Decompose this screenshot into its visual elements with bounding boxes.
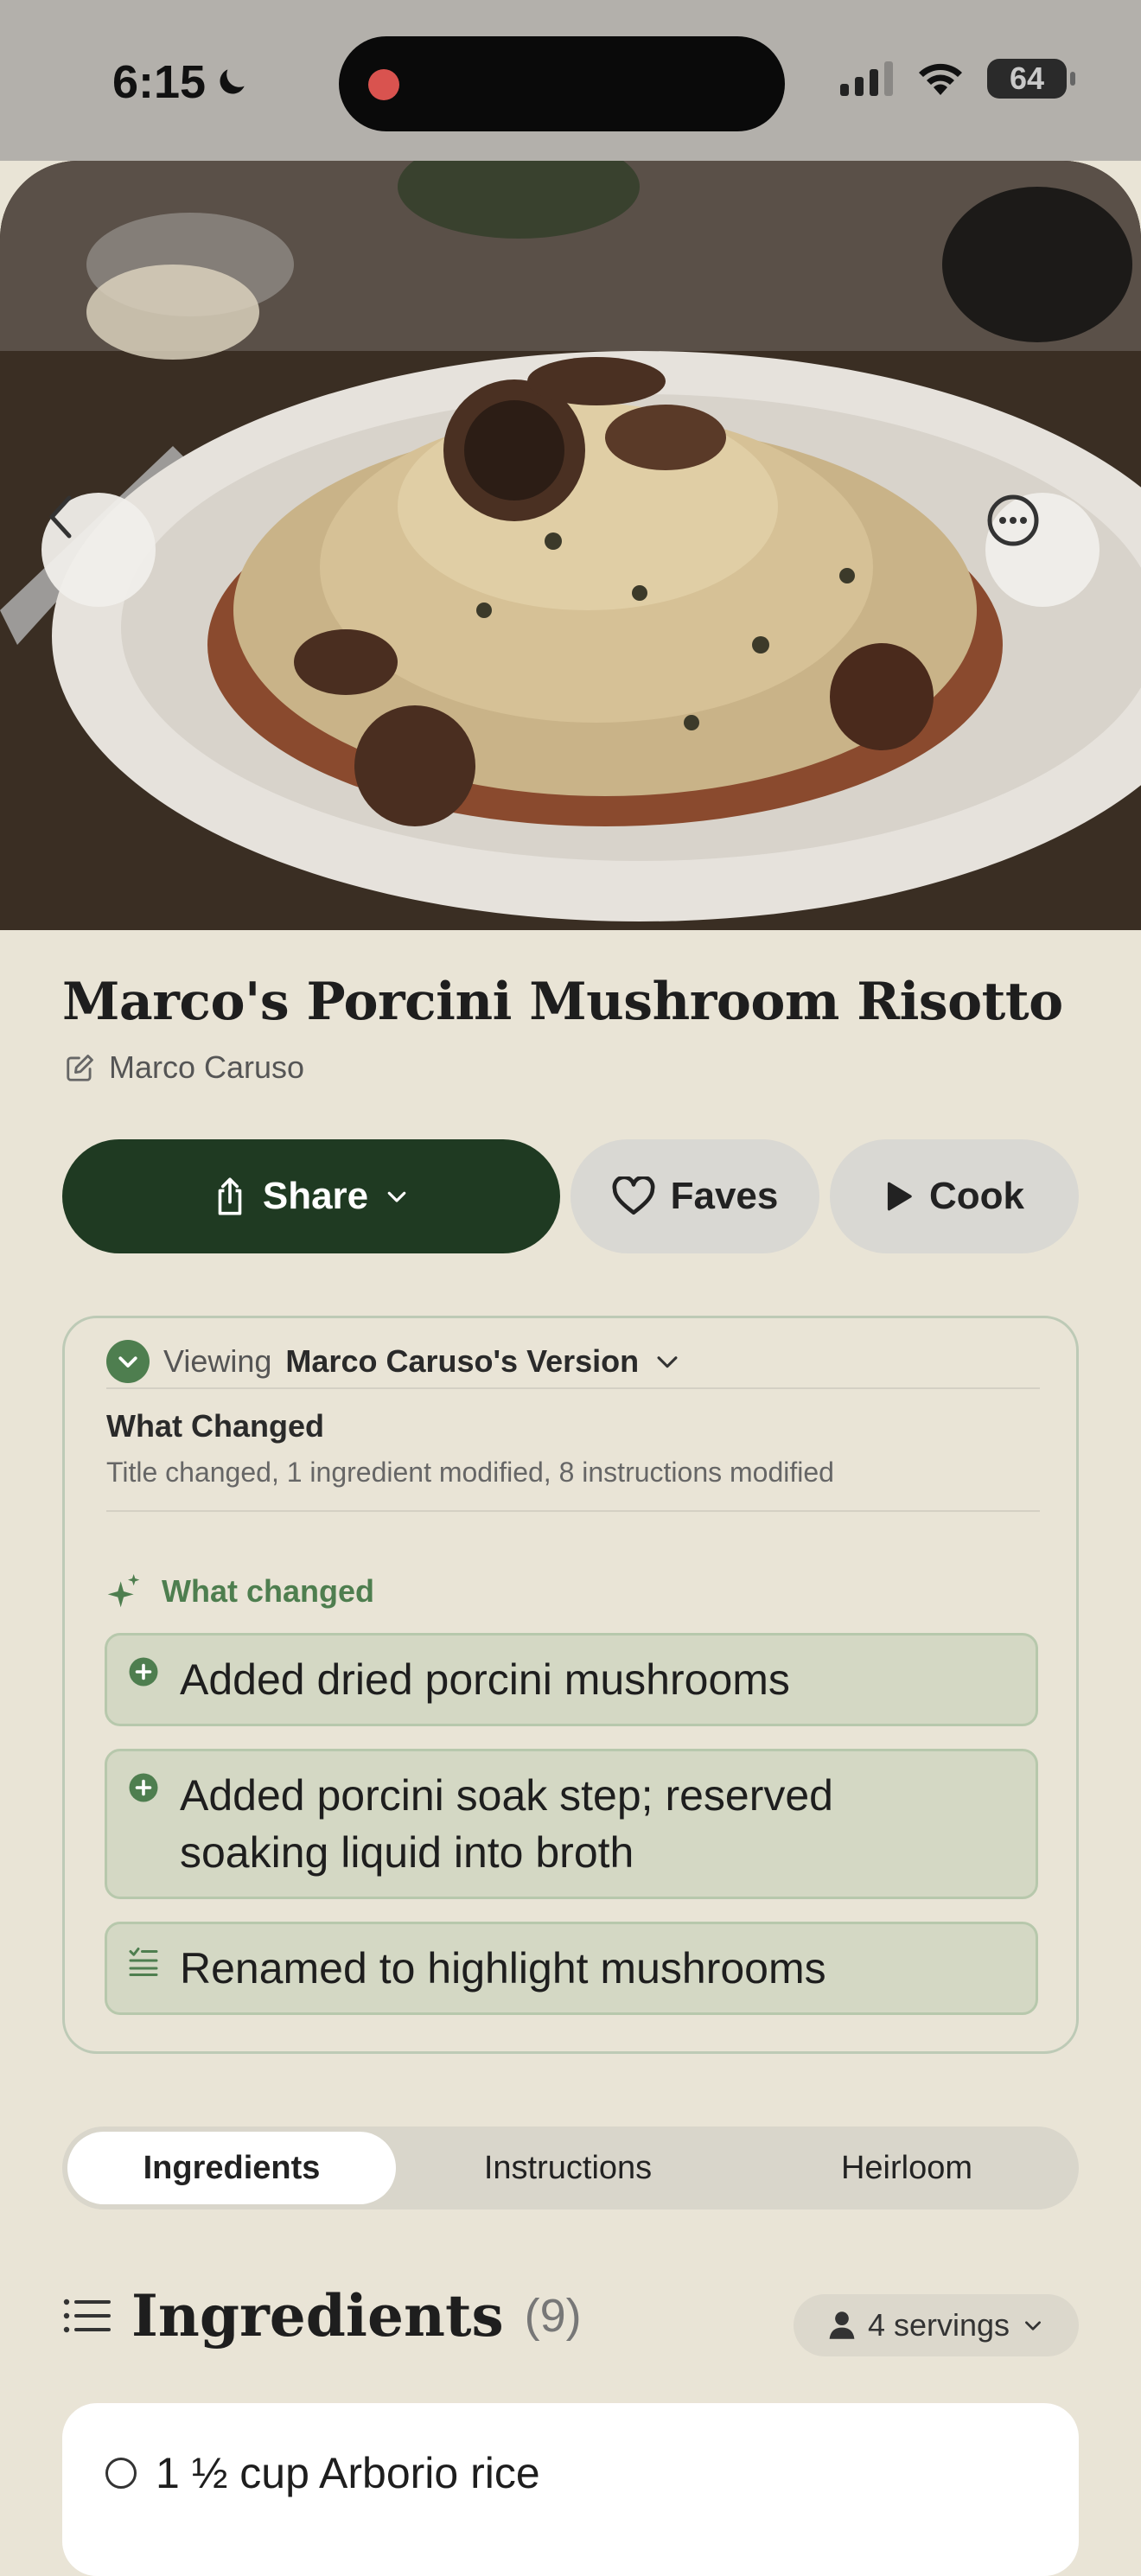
list-check-icon (129, 1948, 158, 1976)
author-name: Marco Caruso (109, 1049, 305, 1085)
recipe-author[interactable]: Marco Caruso (64, 1049, 304, 1086)
ai-changes-label: What changed (162, 1573, 375, 1609)
recording-indicator-icon (368, 69, 399, 100)
recipe-title: Marco's Porcini Mushroom Risotto (62, 972, 1063, 1032)
ingredients-count: (9) (524, 2290, 582, 2342)
chevron-down-icon (387, 1191, 406, 1202)
moon-icon (220, 69, 245, 94)
back-button[interactable] (41, 493, 156, 607)
chevron-down-icon (657, 1356, 678, 1368)
chevron-left-icon (49, 495, 72, 539)
share-label: Share (262, 1175, 369, 1217)
faves-button[interactable]: Faves (570, 1139, 819, 1253)
cook-button[interactable]: Cook (830, 1139, 1079, 1253)
cook-label: Cook (929, 1175, 1024, 1217)
status-bar: 6:15 64 (0, 0, 1141, 161)
change-item: Renamed to highlight mushrooms (105, 1922, 1038, 2015)
servings-selector[interactable]: 4 servings (794, 2294, 1079, 2356)
version-name: Marco Caruso's Version (285, 1343, 640, 1379)
change-item: Added porcini soak step; reserved soakin… (105, 1749, 1038, 1899)
divider (106, 1387, 1040, 1389)
change-item: Added dried porcini mushrooms (105, 1633, 1038, 1726)
what-changed-summary: Title changed, 1 ingredient modified, 8 … (106, 1457, 834, 1488)
play-icon (887, 1182, 912, 1211)
status-time-text: 6:15 (112, 56, 207, 108)
risotto-photo (0, 161, 1141, 930)
status-time: 6:15 (112, 55, 251, 109)
divider (106, 1510, 1040, 1512)
battery-level: 64 (1009, 61, 1045, 96)
ai-changes-heading: What changed (106, 1572, 374, 1610)
battery-indicator: 64 (987, 59, 1075, 99)
hero-image (0, 161, 1141, 930)
more-options-button[interactable] (985, 493, 1100, 607)
version-selector[interactable]: Viewing Marco Caruso's Version (106, 1330, 682, 1393)
ingredient-list: 1 ½ cup Arborio rice (62, 2403, 1079, 2576)
dynamic-island (339, 36, 785, 131)
plus-circle-icon (129, 1773, 158, 1802)
tab-ingredients[interactable]: Ingredients (67, 2132, 396, 2204)
version-card: Viewing Marco Caruso's Version What Chan… (62, 1316, 1079, 2054)
tab-heirloom[interactable]: Heirloom (740, 2132, 1074, 2204)
check-circle-icon (106, 1340, 150, 1383)
ingredient-text: 1 ½ cup Arborio rice (156, 2449, 540, 2497)
what-changed-heading: What Changed (106, 1408, 324, 1444)
ingredients-header: Ingredients (9) (62, 2282, 582, 2350)
share-icon (218, 1177, 242, 1215)
faves-label: Faves (670, 1175, 779, 1217)
recipe-tabs: Ingredients Instructions Heirloom (62, 2126, 1079, 2209)
servings-label: 4 servings (867, 2307, 1010, 2343)
change-text: Renamed to highlight mushrooms (180, 1944, 826, 1993)
ingredient-item[interactable]: 1 ½ cup Arborio rice (105, 2448, 540, 2498)
change-text: Added dried porcini mushrooms (180, 1655, 790, 1704)
edit-icon (67, 1055, 93, 1081)
signal-icon (840, 61, 893, 96)
heart-icon (612, 1176, 655, 1215)
change-text: Added porcini soak step; reserved soakin… (180, 1771, 833, 1877)
checkbox-circle-icon[interactable] (105, 2458, 137, 2489)
sparkle-icon (107, 1574, 140, 1608)
status-indicators: 64 (840, 59, 1075, 99)
viewing-prefix: Viewing (163, 1343, 272, 1379)
plus-circle-icon (129, 1657, 158, 1687)
ellipsis-circle-icon (987, 494, 1039, 546)
tab-instructions[interactable]: Instructions (399, 2132, 736, 2204)
ingredients-heading: Ingredients (131, 2282, 504, 2350)
list-icon (63, 2299, 111, 2333)
chevron-down-icon (1025, 2321, 1041, 2331)
wifi-icon (919, 63, 962, 95)
person-icon (829, 2311, 855, 2339)
share-button[interactable]: Share (62, 1139, 560, 1253)
